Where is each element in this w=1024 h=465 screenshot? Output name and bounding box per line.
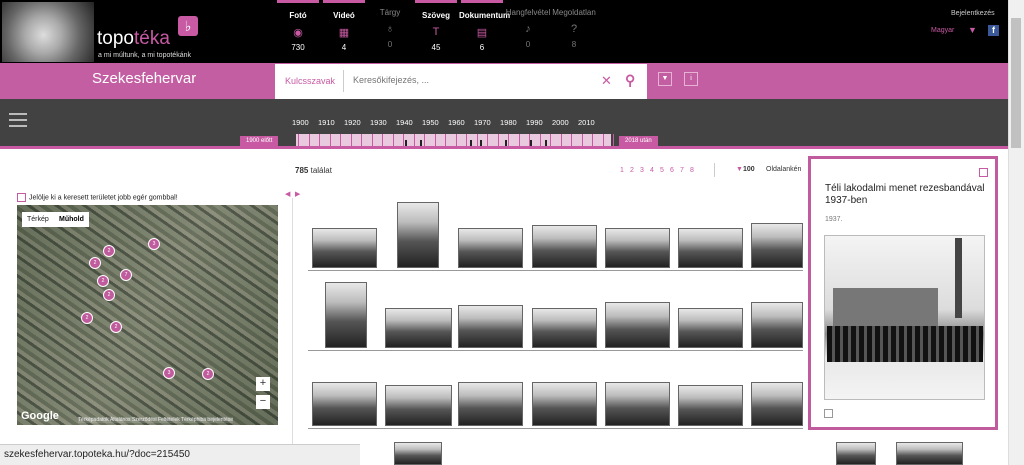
photo-icon: ◉ bbox=[293, 27, 303, 39]
collapse-left-icon[interactable]: ◀ bbox=[285, 190, 290, 198]
category-object[interactable]: Tárgy ♁ 0 bbox=[367, 0, 413, 63]
page-link[interactable]: 2 bbox=[630, 167, 640, 174]
logo-image[interactable] bbox=[2, 2, 94, 62]
page-link[interactable]: 7 bbox=[680, 167, 690, 174]
map-pin[interactable]: 2 bbox=[103, 289, 115, 301]
map-footer[interactable]: Térképadatok Általános Szerződési Feltét… bbox=[78, 417, 233, 423]
divider bbox=[0, 146, 1008, 149]
photo-thumbnail[interactable] bbox=[605, 302, 670, 348]
card-year: 1937. bbox=[825, 216, 843, 223]
photo-thumbnail[interactable] bbox=[751, 382, 803, 426]
object-icon: ♁ bbox=[385, 23, 395, 35]
page-link[interactable]: 3 bbox=[640, 167, 650, 174]
document-icon: ▤ bbox=[476, 27, 488, 39]
category-text[interactable]: Szöveg T 45 bbox=[413, 0, 459, 63]
page-link[interactable]: 4 bbox=[650, 167, 660, 174]
map-pin[interactable]: 7 bbox=[120, 269, 132, 281]
zoom-out-button[interactable]: − bbox=[256, 395, 270, 409]
photo-thumbnail[interactable] bbox=[678, 308, 743, 348]
map-pin[interactable]: 3 bbox=[163, 367, 175, 379]
google-logo: Google bbox=[21, 410, 59, 422]
photo-thumbnail[interactable] bbox=[458, 305, 523, 348]
timeline-years: 1900 1910 1920 1930 1940 1950 1960 1970 1980 1990… bbox=[292, 118, 595, 127]
clear-icon[interactable]: ✕ bbox=[601, 73, 612, 89]
map-pin[interactable]: 2 bbox=[89, 257, 101, 269]
photo-thumbnail[interactable] bbox=[605, 382, 670, 426]
share-icon[interactable] bbox=[824, 409, 833, 418]
photo-thumbnail[interactable] bbox=[836, 442, 876, 465]
photo-preview-card[interactable]: Téli lakodalmi menet rezesbandával 1937-… bbox=[808, 156, 998, 430]
scrollbar-thumb[interactable] bbox=[1011, 18, 1021, 148]
per-page-select[interactable]: ▼100 bbox=[736, 166, 755, 173]
tab-map[interactable]: Térkép bbox=[22, 212, 54, 227]
map-hint: Jelölje ki a keresett területet jobb egé… bbox=[17, 193, 178, 202]
map-pin[interactable]: 3 bbox=[148, 238, 160, 250]
photo-thumbnail[interactable] bbox=[751, 302, 803, 348]
photo-thumbnail[interactable] bbox=[532, 225, 597, 268]
pagination: 12345678 bbox=[620, 167, 700, 174]
menu-icon[interactable] bbox=[9, 113, 27, 131]
photo-thumbnail[interactable] bbox=[397, 202, 439, 268]
result-count: 785 találat bbox=[295, 166, 332, 175]
card-title: Téli lakodalmi menet rezesbandával 1937-… bbox=[825, 183, 985, 206]
keywords-toggle[interactable]: Kulcsszavak bbox=[285, 76, 335, 86]
video-icon: ▦ bbox=[338, 27, 350, 39]
filter-dropdown-button[interactable]: ▼ bbox=[658, 72, 672, 86]
map-pin[interactable]: 2 bbox=[202, 368, 214, 380]
map-pin[interactable]: 2 bbox=[110, 321, 122, 333]
status-bar-url: szekesfehervar.topoteka.hu/?doc=215450 bbox=[0, 444, 360, 465]
photo-thumbnail[interactable] bbox=[385, 385, 452, 426]
photo-thumbnail[interactable] bbox=[532, 382, 597, 426]
photo-thumbnail[interactable] bbox=[532, 308, 597, 348]
logo[interactable]: topotéka bbox=[97, 28, 170, 50]
photo-thumbnail[interactable] bbox=[312, 382, 377, 426]
logo-mark-icon: ♭ bbox=[178, 16, 198, 36]
photo-thumbnail[interactable] bbox=[385, 308, 452, 348]
page-link[interactable]: 1 bbox=[620, 167, 630, 174]
facebook-icon[interactable]: f bbox=[988, 25, 999, 36]
zoom-in-button[interactable]: + bbox=[256, 377, 270, 391]
map-pin[interactable]: 2 bbox=[81, 312, 93, 324]
city-title: Szekesfehervar bbox=[92, 70, 197, 87]
info-button[interactable]: i bbox=[684, 72, 698, 86]
text-icon: T bbox=[432, 26, 440, 38]
tab-satellite[interactable]: Műhold bbox=[54, 212, 89, 227]
photo-thumbnail[interactable] bbox=[458, 382, 523, 426]
map-pin[interactable]: 2 bbox=[97, 275, 109, 287]
open-document-icon[interactable] bbox=[979, 168, 988, 177]
language-select[interactable]: Magyar bbox=[931, 27, 954, 34]
photo-thumbnail[interactable] bbox=[678, 228, 743, 268]
category-document[interactable]: Dokumentum ▤ 6 bbox=[459, 0, 510, 63]
category-photo[interactable]: Fotó ◉ 730 bbox=[275, 0, 321, 63]
chevron-down-icon[interactable]: ▼ bbox=[968, 25, 977, 35]
photo-thumbnail[interactable] bbox=[896, 442, 963, 465]
search-box: Kulcsszavak ✕ ⚲ bbox=[275, 64, 647, 99]
tagline: a mi múltunk, a mi topotékánk bbox=[98, 52, 191, 59]
photo-thumbnail[interactable] bbox=[394, 442, 442, 465]
photo-thumbnail[interactable] bbox=[325, 282, 367, 348]
checkbox-icon[interactable] bbox=[17, 193, 26, 202]
audio-icon: ♪ bbox=[525, 23, 531, 35]
photo-thumbnail[interactable] bbox=[678, 385, 743, 426]
map-pin[interactable]: 2 bbox=[103, 245, 115, 257]
expand-right-icon[interactable]: ▶ bbox=[295, 190, 300, 198]
photo-thumbnail[interactable] bbox=[751, 223, 803, 268]
question-icon: ? bbox=[570, 23, 578, 35]
page-link[interactable]: 5 bbox=[660, 167, 670, 174]
category-audio[interactable]: Hangfelvétel ♪ 0 bbox=[505, 0, 551, 63]
search-icon[interactable]: ⚲ bbox=[625, 72, 635, 89]
map-view[interactable] bbox=[17, 205, 278, 425]
photo-thumbnail[interactable] bbox=[312, 228, 377, 268]
category-filter: Fotó ◉ 730 Videó ▦ 4 Tárgy ♁ 0 Szöveg T 45 Dokum… bbox=[275, 0, 597, 63]
page-link[interactable]: 6 bbox=[670, 167, 680, 174]
photo-thumbnail[interactable] bbox=[458, 228, 523, 268]
category-unsolved[interactable]: Megoldatlan? 8 bbox=[551, 0, 597, 63]
per-page-label: Oldalankén bbox=[766, 166, 802, 173]
photo-thumbnail[interactable] bbox=[605, 228, 670, 268]
page-link[interactable]: 8 bbox=[690, 167, 700, 174]
category-video[interactable]: Videó ▦ 4 bbox=[321, 0, 367, 63]
search-input[interactable] bbox=[353, 75, 593, 85]
preview-photo[interactable] bbox=[824, 235, 985, 400]
login-link[interactable]: Bejelentkezés bbox=[951, 10, 995, 17]
